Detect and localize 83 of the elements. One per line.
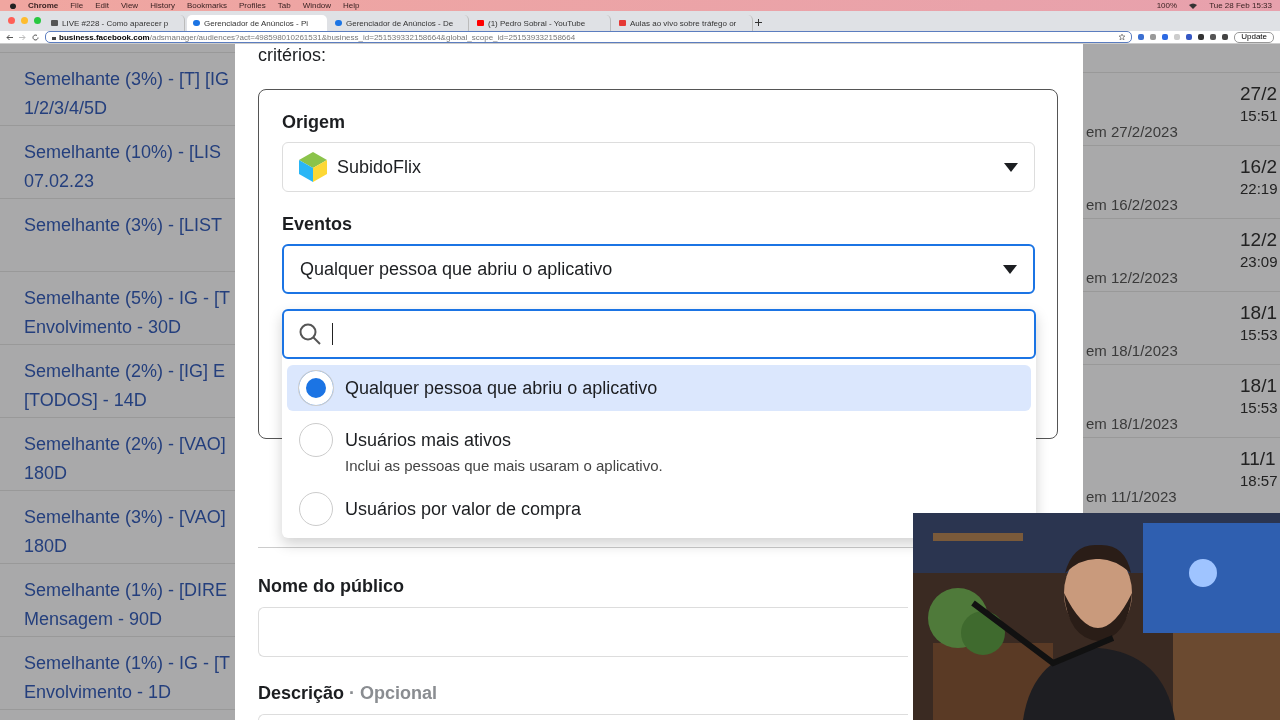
back-icon[interactable] — [6, 33, 13, 41]
clock: Tue 28 Feb 15:33 — [1209, 0, 1272, 11]
audience-name[interactable]: Semelhante (10%) - [LIS 07.02.23 — [24, 138, 235, 196]
favicon-icon — [335, 20, 342, 26]
created-time: 22:19 — [1240, 180, 1279, 197]
audience-name[interactable]: Semelhante (1%) - IG - [T Envolvimento - 1D — [24, 649, 235, 707]
name-field[interactable] — [258, 607, 908, 657]
menu-item[interactable]: Chrome — [28, 0, 59, 11]
url-text: business.facebook.com/adsmanager/audiences?act=498598010261531&business_id=251539332158664&global_scope_id=251539332158664 — [59, 32, 576, 42]
option-label: Usuários mais ativos — [345, 430, 513, 451]
address-field[interactable]: business.facebook.com/adsmanager/audiences?act=498598010261531&business_id=251539332158664&global_scope_id=251539332158664 — [45, 31, 1133, 43]
favicon-icon — [619, 20, 626, 26]
update-button[interactable]: Update — [1234, 31, 1274, 43]
radio-button[interactable] — [299, 371, 333, 405]
audience-name[interactable]: Semelhante (5%) - IG - [T Envolvimento - 30D — [24, 284, 235, 342]
updated-note: em 27/2/2023 — [1086, 123, 1178, 140]
battery-level: 100% — [1156, 0, 1178, 11]
caret-icon — [1003, 264, 1017, 274]
audience-name[interactable]: Semelhante (1%) - [DIRE Mensagem - 90D — [24, 576, 235, 634]
menu-item[interactable]: Tab — [277, 0, 291, 11]
wifi-icon[interactable] — [1189, 2, 1198, 9]
star-icon[interactable] — [1119, 34, 1126, 40]
updated-note: em 16/2/2023 — [1086, 196, 1178, 213]
option-label: Qualquer pessoa que abriu o aplicativo — [345, 378, 658, 399]
updated-note: em 18/1/2023 — [1086, 342, 1178, 359]
field-label: Origem — [282, 112, 347, 133]
search-icon — [298, 322, 322, 346]
option-description: Inclui as pessoas que mais usaram o aplicativo. — [345, 457, 663, 474]
created-date: 16/2 — [1240, 156, 1278, 178]
audience-name[interactable]: Semelhante (3%) - [VAO] 180D — [24, 503, 235, 561]
menu-item[interactable]: View — [120, 0, 139, 11]
event-option[interactable]: Usuários por valor de compra — [287, 486, 1031, 532]
updated-note: em 11/1/2023 — [1086, 488, 1177, 505]
new-tab-icon[interactable] — [755, 19, 762, 26]
audience-name[interactable]: Semelhante (3%) - [T] [IG 1/2/3/4/5D — [24, 65, 235, 123]
menu-item[interactable]: History — [150, 0, 175, 11]
created-date: 18/1 — [1240, 302, 1278, 324]
close-window-control[interactable] — [8, 17, 15, 24]
menu-item[interactable]: Edit — [95, 0, 109, 11]
updated-note: em 12/2/2023 — [1086, 269, 1178, 286]
lock-icon — [52, 34, 56, 40]
favicon-icon — [477, 20, 484, 26]
created-date: 27/2 — [1240, 83, 1278, 105]
browser-tab[interactable]: LIVE #228 - Como aparecer p — [45, 15, 185, 31]
created-time: 15:53 — [1240, 326, 1279, 343]
caret-icon — [1004, 162, 1018, 172]
created-date: 12/2 — [1240, 229, 1278, 251]
favicon-icon — [51, 20, 58, 26]
option-label: Usuários por valor de compra — [345, 499, 582, 520]
audience-name[interactable]: Semelhante (2%) - [VAO] 180D — [24, 430, 235, 488]
created-date: 11/1 — [1240, 448, 1277, 470]
favicon-icon — [193, 20, 200, 26]
menu-item[interactable]: Profiles — [239, 0, 266, 11]
event-option[interactable]: Usuários mais ativos Inclui as pessoas que mais usaram o aplicativo. — [287, 417, 1031, 480]
browser-tab[interactable]: Gerenciador de Anúncios - De — [329, 15, 469, 31]
app-icon — [299, 152, 327, 182]
reload-icon[interactable] — [32, 33, 39, 41]
field-label: Descrição · Opcional — [258, 683, 438, 703]
field-label: Eventos — [282, 214, 354, 235]
created-date: 18/1 — [1240, 375, 1278, 397]
created-time: 15:51 — [1240, 107, 1279, 124]
browser-tab[interactable]: (1) Pedro Sobral - YouTube — [471, 15, 611, 31]
browser-tab[interactable]: Gerenciador de Anúncios - Pi — [187, 15, 327, 31]
origin-select[interactable]: SubidoFlix — [282, 142, 1035, 192]
event-option[interactable]: Qualquer pessoa que abriu o aplicativo — [287, 365, 1031, 411]
created-time: 15:53 — [1240, 399, 1279, 416]
search-field[interactable] — [282, 309, 1036, 359]
menu-item[interactable]: Bookmarks — [187, 0, 228, 11]
audience-name[interactable]: Semelhante (2%) - [IG] E [TODOS] - 14D — [24, 357, 235, 415]
radio-button[interactable] — [299, 492, 333, 526]
created-time: 18:57 — [1240, 472, 1279, 489]
events-select[interactable]: Qualquer pessoa que abriu o aplicativo — [282, 244, 1035, 294]
browser-tab[interactable]: Aulas ao vivo sobre tráfego or — [613, 15, 753, 31]
menu-item[interactable]: Window — [302, 0, 332, 11]
apple-icon[interactable] — [10, 2, 16, 9]
updated-note: em 18/1/2023 — [1086, 415, 1178, 432]
menu-item[interactable]: Help — [343, 0, 360, 11]
created-time: 23:09 — [1240, 253, 1279, 270]
intro-text: critérios: — [258, 44, 327, 67]
menu-item[interactable]: File — [70, 0, 84, 11]
field-label: Nome do público — [258, 576, 404, 596]
radio-button[interactable] — [299, 423, 333, 457]
audience-name[interactable]: Semelhante (3%) - [LIST — [24, 211, 235, 240]
